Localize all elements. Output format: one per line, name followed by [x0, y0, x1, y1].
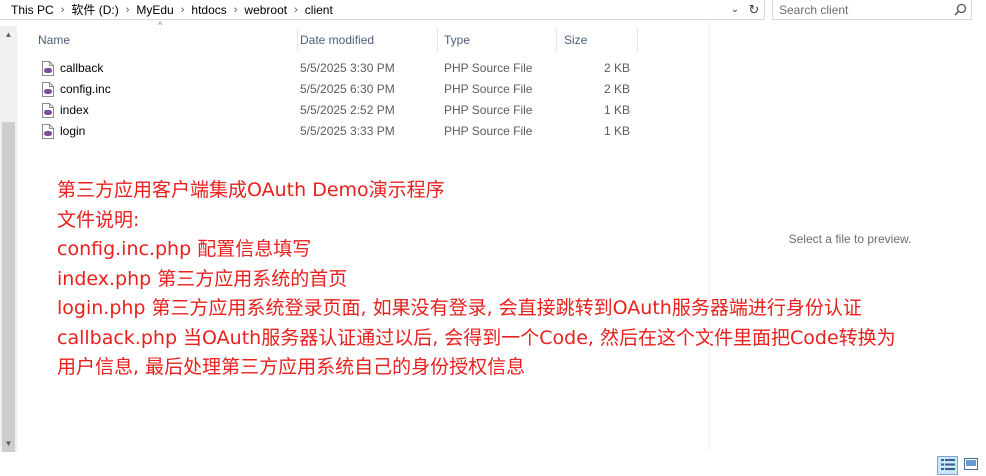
annotation-line: 用户信息, 最后处理第三方应用系统自己的身份授权信息 [57, 356, 526, 378]
file-date: 5/5/2025 6:30 PM [300, 82, 395, 96]
scroll-up-icon[interactable]: ▲ [0, 26, 17, 43]
file-date: 5/5/2025 3:30 PM [300, 61, 395, 75]
toolbar: This PC › 软件 (D:) › MyEdu › htdocs › web… [0, 0, 986, 20]
annotation-line: index.php 第三方应用系统的首页 [57, 267, 348, 290]
file-name: index [60, 103, 89, 117]
file-size: 2 KB [603, 82, 630, 96]
file-row-index[interactable]: index 5/5/2025 2:52 PM PHP Source File 1… [30, 100, 670, 121]
annotation-line: 文件说明: [57, 208, 140, 231]
large-icons-view-icon [963, 458, 978, 473]
column-header-date-modified[interactable]: Date modified [292, 28, 438, 52]
file-type: PHP Source File [444, 82, 533, 96]
file-type: PHP Source File [444, 103, 533, 117]
scroll-down-icon[interactable]: ▼ [0, 435, 17, 452]
breadcrumb-client[interactable]: client [302, 3, 336, 17]
file-name: callback [60, 61, 104, 75]
search-icon[interactable] [949, 1, 971, 19]
annotation-line: 第三方应用客户端集成OAuth Demo演示程序 [57, 179, 445, 201]
search-input[interactable] [773, 0, 949, 19]
preview-pane-divider[interactable] [709, 22, 710, 452]
preview-message: Select a file to preview. [788, 232, 912, 246]
breadcrumb: This PC › 软件 (D:) › MyEdu › htdocs › web… [0, 1, 726, 19]
column-header-type[interactable]: Type [436, 28, 557, 52]
breadcrumb-htdocs[interactable]: htdocs [188, 3, 229, 17]
file-type: PHP Source File [444, 124, 533, 138]
details-view-button[interactable] [937, 456, 958, 475]
file-type: PHP Source File [444, 61, 533, 75]
file-size: 2 KB [603, 61, 630, 75]
breadcrumb-this-pc[interactable]: This PC [8, 3, 57, 17]
scrollbar-thumb[interactable] [2, 122, 15, 452]
breadcrumb-drive-d[interactable]: 软件 (D:) [68, 1, 121, 18]
breadcrumb-separator-icon[interactable]: › [177, 4, 189, 16]
file-name: config.inc [60, 82, 111, 96]
details-view-icon [940, 458, 955, 473]
refresh-icon[interactable]: ↻ [744, 1, 764, 19]
column-headers: ^ Name Date modified Type Size [30, 20, 710, 52]
search-box[interactable] [772, 0, 972, 20]
file-row-callback[interactable]: callback 5/5/2025 3:30 PM PHP Source Fil… [30, 58, 670, 79]
file-date: 5/5/2025 2:52 PM [300, 103, 395, 117]
file-name: login [60, 124, 86, 138]
address-bar[interactable]: This PC › 软件 (D:) › MyEdu › htdocs › web… [0, 0, 765, 20]
breadcrumb-myedu[interactable]: MyEdu [133, 3, 176, 17]
php-file-icon [42, 82, 54, 97]
navigation-pane-scrollbar[interactable]: ▲ ▼ [0, 26, 17, 452]
annotation-line: login.php 第三方应用系统登录页面, 如果没有登录, 会直接跳转到OAu… [57, 297, 862, 319]
status-bar [0, 452, 986, 476]
breadcrumb-separator-icon[interactable]: › [122, 4, 134, 16]
annotation-text: 第三方应用客户端集成OAuth Demo演示程序 文件说明: config.in… [57, 176, 977, 383]
file-size: 1 KB [603, 124, 630, 138]
file-row-login[interactable]: login 5/5/2025 3:33 PM PHP Source File 1… [30, 121, 670, 142]
php-file-icon [42, 124, 54, 139]
large-icons-view-button[interactable] [960, 456, 981, 475]
address-history-dropdown-icon[interactable]: ⌄ [726, 1, 744, 19]
breadcrumb-webroot[interactable]: webroot [241, 3, 290, 17]
php-file-icon [42, 61, 54, 76]
breadcrumb-separator-icon[interactable]: › [57, 4, 69, 16]
file-row-config-inc[interactable]: config.inc 5/5/2025 6:30 PM PHP Source F… [30, 79, 670, 100]
breadcrumb-separator-icon[interactable]: › [230, 4, 242, 16]
breadcrumb-separator-icon[interactable]: › [290, 4, 302, 16]
file-size: 1 KB [603, 103, 630, 117]
file-date: 5/5/2025 3:33 PM [300, 124, 395, 138]
php-file-icon [42, 103, 54, 118]
column-header-size[interactable]: Size [556, 28, 638, 52]
annotation-line: callback.php 当OAuth服务器认证通过以后, 会得到一个Code,… [57, 326, 896, 349]
column-header-name[interactable]: Name [30, 28, 298, 52]
